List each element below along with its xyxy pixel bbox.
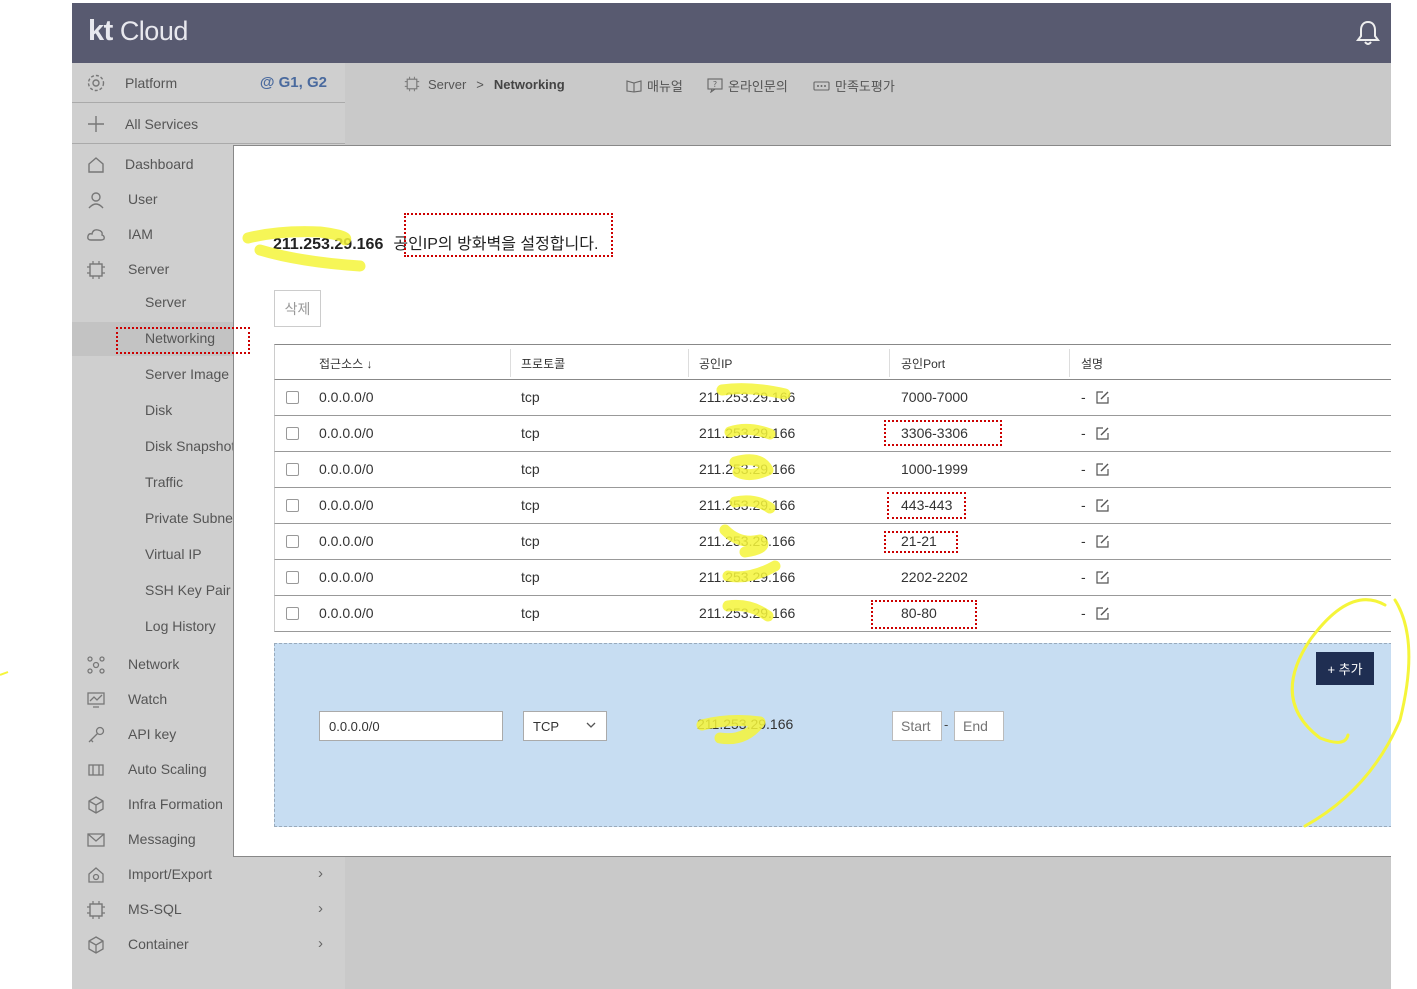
col-public-ip: 공인IP [699, 357, 733, 371]
manual-link[interactable]: 매뉴얼 [626, 76, 683, 95]
row-checkbox[interactable] [286, 463, 299, 476]
source-input[interactable] [319, 711, 503, 741]
top-bar: kt Cloud [72, 3, 1391, 63]
sidebar-item-import-export[interactable]: Import/Export › [72, 859, 345, 891]
house-transfer-icon [88, 867, 104, 883]
gear-icon [87, 74, 105, 92]
sidebar-item-container[interactable]: Container › [72, 929, 345, 961]
rating-icon [813, 80, 830, 91]
chevron-right-icon: › [318, 935, 323, 952]
scaling-icon [88, 764, 104, 776]
platform-selector[interactable]: Platform @ G1, G2 [72, 63, 345, 103]
app-frame: kt Cloud Platform @ G1, G2 All Services … [72, 3, 1391, 989]
add-rule-panel: + 추가 TCP 211.253.29.166 - [274, 643, 1391, 827]
chip-icon [87, 261, 105, 279]
chevron-right-icon: › [318, 900, 323, 917]
row-checkbox[interactable] [286, 391, 299, 404]
table-row: 0.0.0.0/0 tcp 211.253.29.166 1000-1999 - [274, 452, 1391, 488]
chevron-down-icon [586, 722, 596, 728]
end-port-input[interactable] [954, 711, 1004, 741]
question-chat-icon: ? [707, 78, 723, 93]
edit-icon[interactable] [1095, 426, 1110, 441]
satisfaction-survey-link[interactable]: 만족도평가 [813, 76, 895, 95]
modal-title: 211.253.29.166 공인IP의 방화벽을 설정합니다. [273, 230, 598, 254]
table-row: 0.0.0.0/0 tcp 211.253.29.166 80-80 - [274, 596, 1391, 632]
svg-text:?: ? [713, 80, 717, 89]
network-icon [87, 656, 105, 674]
protocol-select[interactable]: TCP [523, 711, 607, 741]
edit-icon[interactable] [1095, 570, 1110, 585]
start-port-input[interactable] [892, 711, 942, 741]
home-icon [88, 157, 104, 173]
breadcrumb: Server > Networking [404, 76, 565, 92]
table-header: 접근소스 ↓ 프로토콜 공인IP 공인Port 설명 [274, 344, 1391, 380]
row-checkbox[interactable] [286, 427, 299, 440]
row-checkbox[interactable] [286, 607, 299, 620]
edit-icon[interactable] [1095, 462, 1110, 477]
row-checkbox[interactable] [286, 571, 299, 584]
edit-icon[interactable] [1095, 534, 1110, 549]
plus-icon [88, 116, 104, 132]
platform-zone: @ G1, G2 [259, 74, 327, 91]
key-icon [88, 726, 105, 743]
platform-label: Platform [125, 74, 178, 91]
cube-icon [88, 796, 104, 814]
cloud-lock-icon [87, 229, 105, 241]
col-source[interactable]: 접근소스 ↓ [319, 355, 373, 372]
cube-icon [88, 936, 104, 954]
table-row: 0.0.0.0/0 tcp 211.253.29.166 3306-3306 - [274, 416, 1391, 452]
user-icon [88, 192, 104, 209]
kt-cloud-logo[interactable]: kt Cloud [88, 15, 188, 48]
edit-icon[interactable] [1095, 498, 1110, 513]
table-row: 0.0.0.0/0 tcp 211.253.29.166 443-443 - [274, 488, 1391, 524]
col-description: 설명 [1081, 357, 1104, 371]
row-checkbox[interactable] [286, 535, 299, 548]
monitor-chart-icon [87, 692, 105, 708]
table-row: 0.0.0.0/0 tcp 211.253.29.166 2202-2202 - [274, 560, 1391, 596]
all-services-item[interactable]: All Services [72, 104, 345, 144]
row-checkbox[interactable] [286, 499, 299, 512]
col-public-port: 공인Port [901, 357, 946, 371]
chip-icon [404, 76, 420, 92]
envelope-icon [87, 833, 105, 847]
add-button[interactable]: + 추가 [1316, 652, 1374, 685]
modal-message: 공인IP의 방화벽을 설정합니다. [393, 236, 599, 253]
edit-icon[interactable] [1095, 390, 1110, 405]
online-inquiry-link[interactable]: ? 온라인문의 [707, 76, 788, 95]
sidebar-item-ms-sql[interactable]: MS-SQL › [72, 894, 345, 926]
modal-public-ip: 211.253.29.166 [273, 236, 384, 253]
chip-icon [87, 901, 105, 919]
breadcrumb-server[interactable]: Server [428, 77, 466, 92]
table-row: 0.0.0.0/0 tcp 211.253.29.166 7000-7000 - [274, 380, 1391, 416]
firewall-modal: 211.253.29.166 공인IP의 방화벽을 설정합니다. 삭제 접근소스 … [233, 145, 1391, 857]
add-public-ip: 211.253.29.166 [697, 716, 794, 732]
breadcrumb-networking: Networking [493, 76, 565, 92]
delete-button[interactable]: 삭제 [274, 290, 321, 327]
firewall-rules-table: 접근소스 ↓ 프로토콜 공인IP 공인Port 설명 0.0.0.0/0 tcp… [274, 344, 1391, 632]
bell-icon[interactable] [1355, 19, 1381, 47]
chevron-right-icon: › [318, 865, 323, 882]
table-row: 0.0.0.0/0 tcp 211.253.29.166 21-21 - [274, 524, 1391, 560]
col-protocol: 프로토콜 [521, 357, 566, 371]
book-icon [626, 79, 642, 93]
edit-icon[interactable] [1095, 606, 1110, 621]
